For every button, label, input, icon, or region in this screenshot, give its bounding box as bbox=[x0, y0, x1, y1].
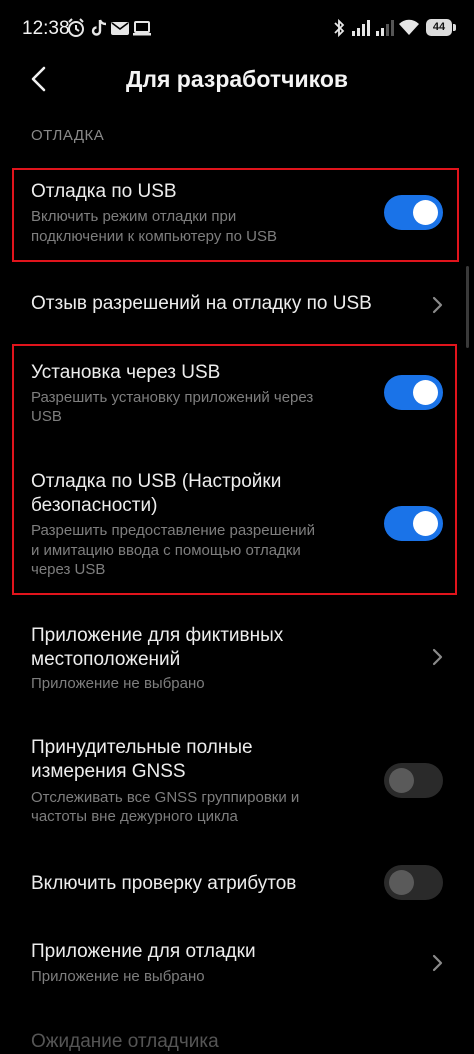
setting-mock-location-app[interactable]: Приложение для фиктивных местоположений … bbox=[0, 614, 474, 704]
setting-title: Отзыв разрешений на отладку по USB bbox=[31, 293, 372, 314]
setting-title: Приложение для отладки bbox=[31, 941, 256, 962]
tiktok-icon bbox=[91, 19, 107, 36]
page-title: Для разработчиков bbox=[125, 66, 349, 92]
status-bar: 12:38 44 bbox=[0, 0, 474, 58]
highlight-box bbox=[12, 168, 459, 262]
status-time: 12:38 bbox=[22, 18, 70, 39]
toggle-knob bbox=[389, 768, 414, 793]
setting-title: Ожидание отладчика bbox=[31, 1031, 219, 1052]
battery-icon: 44 bbox=[426, 19, 456, 36]
signal-icon bbox=[352, 20, 370, 36]
toggle-knob bbox=[389, 870, 414, 895]
setting-wait-for-debugger: Ожидание отладчика bbox=[0, 1016, 474, 1053]
setting-attribute-check[interactable]: Включить проверку атрибутов bbox=[0, 856, 474, 912]
section-label-debugging: ОТЛАДКА bbox=[31, 127, 105, 144]
laptop-icon bbox=[133, 21, 151, 36]
setting-subtitle-line: Приложение не выбрано bbox=[31, 675, 205, 692]
force-gnss-toggle[interactable] bbox=[384, 763, 443, 798]
setting-title: Включить проверку атрибутов bbox=[31, 873, 297, 894]
setting-subtitle-line: частоты вне дежурного цикла bbox=[31, 808, 238, 825]
chevron-right-icon bbox=[432, 954, 443, 972]
attribute-check-toggle[interactable] bbox=[384, 865, 443, 900]
alarm-icon bbox=[68, 18, 84, 37]
setting-title-line: Приложение для фиктивных bbox=[31, 625, 284, 646]
setting-debug-app[interactable]: Приложение для отладки Приложение не выб… bbox=[0, 930, 474, 1000]
battery-level: 44 bbox=[432, 21, 446, 33]
setting-title-line: Принудительные полные bbox=[31, 737, 253, 758]
setting-revoke-usb-auth[interactable]: Отзыв разрешений на отладку по USB bbox=[0, 276, 474, 332]
setting-subtitle-line: Приложение не выбрано bbox=[31, 968, 205, 985]
chevron-right-icon bbox=[432, 296, 443, 314]
setting-subtitle-line: Отслеживать все GNSS группировки и bbox=[31, 789, 300, 806]
signal-icon bbox=[376, 20, 394, 36]
bluetooth-icon bbox=[334, 18, 345, 38]
setting-title-line: измерения GNSS bbox=[31, 761, 186, 782]
setting-force-gnss[interactable]: Принудительные полные измерения GNSS Отс… bbox=[0, 728, 474, 838]
setting-title-line: местоположений bbox=[31, 649, 181, 670]
chevron-right-icon bbox=[432, 648, 443, 666]
scrollbar[interactable] bbox=[466, 266, 469, 348]
wifi-icon bbox=[399, 19, 419, 35]
mail-icon bbox=[111, 22, 129, 35]
highlight-box bbox=[12, 344, 457, 595]
